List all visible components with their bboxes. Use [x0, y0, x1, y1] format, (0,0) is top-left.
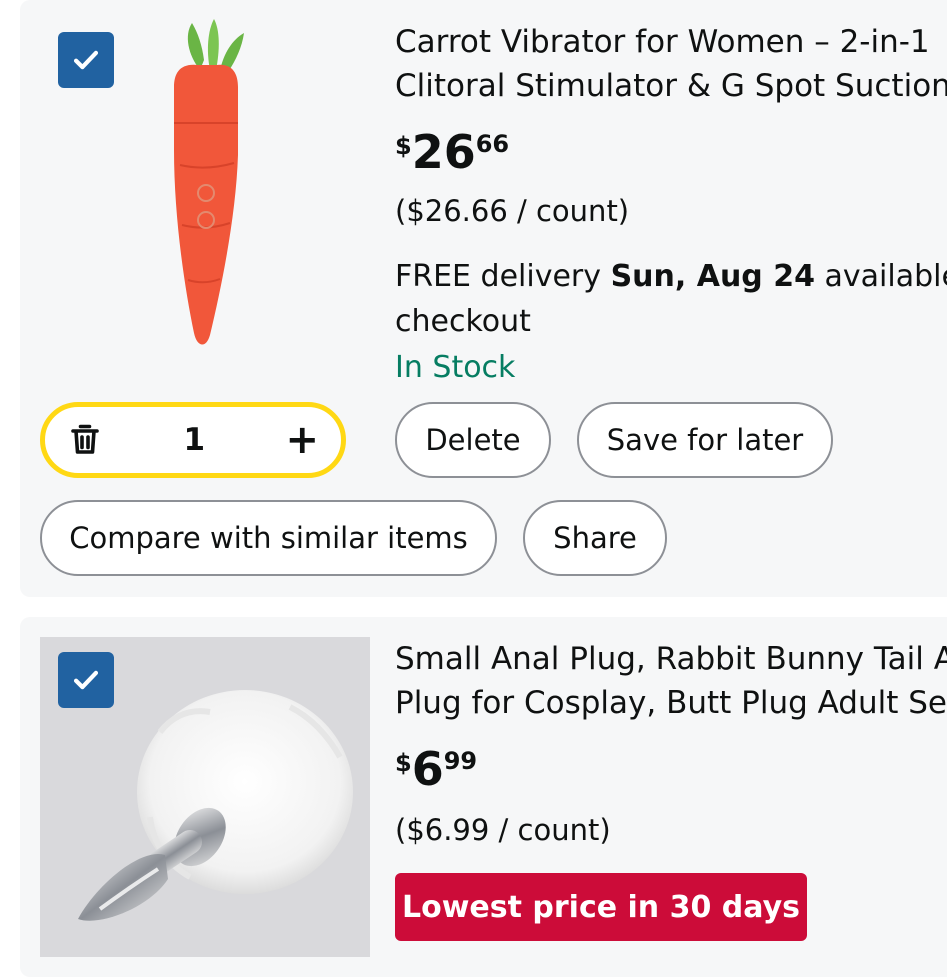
delivery-line2: checkout [395, 304, 531, 339]
delivery-suffix: available [814, 259, 947, 294]
product-title-line1: Small Anal Plug, Rabbit Bunny Tail A [395, 641, 947, 677]
delivery-prefix: FREE delivery [395, 259, 611, 294]
decrease-quantity-button[interactable] [67, 422, 103, 458]
product-price: $ 26 66 [395, 126, 509, 178]
share-button[interactable]: Share [523, 500, 667, 576]
price-whole: 26 [411, 125, 476, 179]
quantity-stepper: 1 + [40, 402, 346, 478]
unit-price: ($6.99 / count) [395, 813, 611, 847]
price-symbol: $ [395, 749, 412, 777]
deal-badge: Lowest price in 30 days [395, 873, 807, 941]
save-for-later-button[interactable]: Save for later [577, 402, 833, 478]
stock-status: In Stock [395, 350, 516, 385]
carrot-product-image [174, 19, 244, 345]
product-title[interactable]: Small Anal Plug, Rabbit Bunny Tail A Plu… [395, 637, 947, 725]
item-select-checkbox[interactable] [58, 32, 114, 88]
item-select-checkbox[interactable] [58, 652, 114, 708]
checkmark-icon [73, 50, 99, 70]
quantity-value: 1 [183, 422, 206, 458]
delivery-date: Sun, Aug 24 [610, 259, 815, 294]
product-title-line2: Plug for Cosplay, Butt Plug Adult Se [395, 685, 947, 721]
product-title-line2: Clitoral Stimulator & G Spot Suction [395, 68, 947, 104]
price-symbol: $ [395, 132, 412, 160]
trash-icon [71, 424, 99, 454]
product-title[interactable]: Carrot Vibrator for Women – 2-in-1 Clito… [395, 20, 947, 108]
price-fraction: 99 [443, 747, 478, 775]
product-image[interactable] [140, 15, 280, 355]
product-title-line1: Carrot Vibrator for Women – 2-in-1 [395, 24, 930, 60]
delete-button[interactable]: Delete [395, 402, 551, 478]
product-price: $ 6 99 [395, 743, 477, 795]
increase-quantity-button[interactable]: + [285, 420, 319, 460]
price-fraction: 66 [475, 130, 510, 158]
price-whole: 6 [411, 742, 444, 796]
delivery-info: FREE delivery Sun, Aug 24 available chec… [395, 254, 947, 344]
plus-icon: + [285, 417, 319, 463]
cart-item-1: Carrot Vibrator for Women – 2-in-1 Clito… [20, 0, 947, 597]
unit-price: ($26.66 / count) [395, 194, 630, 228]
checkmark-icon [73, 670, 99, 690]
compare-similar-button[interactable]: Compare with similar items [40, 500, 497, 576]
cart-item-2: Small Anal Plug, Rabbit Bunny Tail A Plu… [20, 617, 947, 977]
